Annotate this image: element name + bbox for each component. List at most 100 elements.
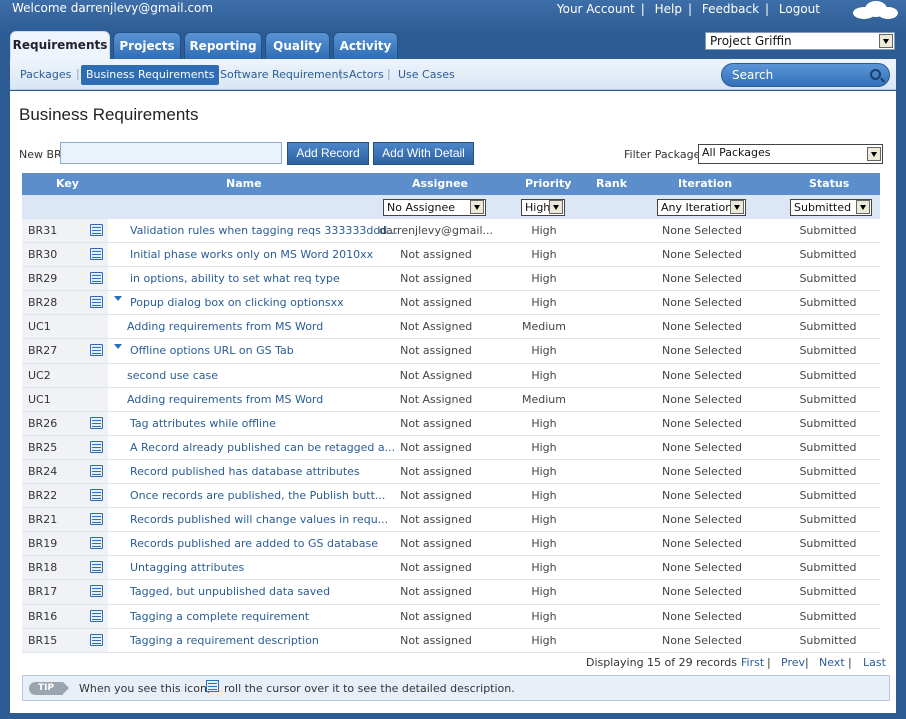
table-row[interactable]: BR19 Records published are added to GS da… — [22, 532, 880, 557]
detail-list-icon[interactable] — [90, 416, 103, 429]
column-assignee[interactable]: Assignee — [412, 177, 468, 190]
help-link[interactable]: Help — [655, 2, 682, 16]
pager-prev-link[interactable]: Prev — [781, 656, 805, 669]
add-with-detail-button[interactable]: Add With Detail — [373, 142, 474, 165]
table-row[interactable]: BR27 Offline options URL on GS Tab Not ass… — [22, 339, 880, 364]
detail-list-icon[interactable] — [90, 609, 103, 622]
detail-list-icon[interactable] — [90, 272, 103, 285]
iteration-filter-select[interactable]: Any Iteration — [657, 199, 746, 216]
table-row[interactable]: BR24 Record published has database attrib… — [22, 459, 880, 485]
table-row[interactable]: BR29 in options, ability to set what req … — [22, 267, 880, 292]
feedback-link[interactable]: Feedback — [702, 2, 759, 16]
column-name[interactable]: Name — [226, 177, 262, 190]
priority-filter-select[interactable]: High — [521, 199, 565, 216]
row-name-link[interactable]: Tagged, but unpublished data saved — [130, 585, 330, 598]
chevron-down-icon[interactable] — [856, 200, 870, 214]
subnav-software-requirements[interactable]: Software Requirements — [220, 65, 348, 85]
detail-list-icon[interactable] — [90, 224, 103, 236]
row-name-link[interactable]: in options, ability to set what req type — [130, 272, 340, 285]
chevron-down-icon[interactable] — [470, 200, 484, 214]
row-name-link[interactable]: Records published are added to GS databa… — [130, 537, 378, 550]
row-name-link[interactable]: Record published has database attributes — [130, 465, 360, 478]
row-status: Submitted — [799, 537, 857, 551]
row-assignee: Not assigned — [400, 248, 472, 262]
subnav-packages[interactable]: Packages — [20, 65, 71, 85]
subnav-business-requirements[interactable]: Business Requirements — [81, 65, 220, 85]
tab-activity[interactable]: Activity — [333, 32, 398, 59]
column-status[interactable]: Status — [809, 177, 849, 190]
table-row[interactable]: BR15 Tagging a requirement description Not… — [22, 628, 880, 653]
table-row[interactable]: BR21 Records published will change values… — [22, 508, 880, 533]
row-key: BR24 — [28, 464, 58, 478]
row-name-link[interactable]: Tagging a requirement description — [130, 634, 319, 647]
table-row[interactable]: BR25 A Record already published can be re… — [22, 435, 880, 460]
subnav-use-cases[interactable]: Use Cases — [398, 65, 455, 85]
table-row[interactable]: BR18 Untagging attributes Not assigned High… — [22, 556, 880, 581]
tab-projects[interactable]: Projects — [113, 32, 181, 59]
row-key: BR25 — [28, 440, 58, 454]
filter-packages-select[interactable]: All Packages — [698, 144, 883, 164]
chevron-down-icon[interactable] — [549, 200, 563, 214]
chevron-down-icon[interactable] — [730, 200, 744, 214]
pager-last-link[interactable]: Last — [863, 656, 886, 669]
row-name-link[interactable]: Validation rules when tagging reqs 33333… — [130, 224, 398, 237]
subnav-actors[interactable]: Actors — [349, 65, 384, 85]
row-name-link[interactable]: Adding requirements from MS Word — [127, 320, 323, 333]
tab-reporting[interactable]: Reporting — [184, 32, 262, 59]
row-name-link[interactable]: Popup dialog box on clicking optionsxx — [130, 296, 344, 309]
pager-next-link[interactable]: Next — [819, 656, 845, 669]
row-name-link[interactable]: Records published will change values in … — [130, 513, 388, 526]
row-name-link[interactable]: Offline options URL on GS Tab — [130, 344, 294, 357]
pager-first-link[interactable]: First — [741, 656, 764, 669]
add-record-button[interactable]: Add Record — [287, 142, 369, 165]
table-row[interactable]: BR22 Once records are published, the Publ… — [22, 484, 880, 509]
logout-link[interactable]: Logout — [779, 2, 820, 16]
detail-list-icon[interactable] — [90, 513, 103, 526]
detail-list-icon[interactable] — [90, 537, 103, 550]
table-row[interactable]: BR16 Tagging a complete requirement Not as… — [22, 604, 880, 629]
table-row[interactable]: UC1 Adding requirements from MS Word Not A… — [22, 315, 880, 340]
row-name-link[interactable]: A Record already published can be retagg… — [130, 441, 395, 454]
search-box[interactable]: Search — [721, 63, 890, 87]
table-row[interactable]: BR17 Tagged, but unpublished data saved No… — [22, 580, 880, 605]
table-row[interactable]: BR31 Validation rules when tagging reqs 3… — [22, 219, 880, 244]
row-name-link[interactable]: second use case — [127, 369, 218, 382]
chevron-down-icon[interactable] — [114, 296, 122, 302]
detail-list-icon[interactable] — [90, 248, 103, 261]
row-priority: High — [531, 440, 557, 454]
search-icon[interactable] — [870, 69, 881, 80]
chevron-down-icon[interactable] — [867, 147, 881, 161]
row-name-link[interactable]: Adding requirements from MS Word — [127, 393, 323, 406]
assignee-filter-select[interactable]: No Assignee — [383, 199, 486, 216]
column-iteration[interactable]: Iteration — [678, 177, 732, 190]
row-name-link[interactable]: Once records are published, the Publish … — [130, 489, 385, 502]
table-row[interactable]: BR26 Tag attributes while offline Not assi… — [22, 411, 880, 436]
chevron-down-icon[interactable] — [114, 344, 122, 350]
detail-list-icon[interactable] — [90, 440, 103, 453]
tab-requirements[interactable]: Requirements — [10, 31, 110, 59]
table-row[interactable]: BR28 Popup dialog box on clicking options… — [22, 291, 880, 316]
table-row[interactable]: UC2 second use case Not Assigned High None S… — [22, 363, 880, 388]
detail-list-icon[interactable] — [90, 296, 103, 309]
status-filter-select[interactable]: Submitted — [790, 199, 872, 216]
column-rank[interactable]: Rank — [596, 177, 627, 190]
detail-list-icon[interactable] — [90, 489, 103, 502]
row-name-link[interactable]: Untagging attributes — [130, 561, 244, 574]
tab-quality[interactable]: Quality — [265, 32, 330, 59]
detail-list-icon[interactable] — [90, 561, 103, 574]
new-br-input[interactable] — [60, 142, 282, 164]
chevron-down-icon[interactable] — [879, 34, 893, 48]
detail-list-icon[interactable] — [90, 633, 103, 646]
column-priority[interactable]: Priority — [525, 177, 571, 190]
detail-list-icon[interactable] — [90, 344, 103, 357]
project-select[interactable]: Project Griffin — [705, 32, 895, 50]
row-name-link[interactable]: Initial phase works only on MS Word 2010… — [130, 248, 373, 261]
your-account-link[interactable]: Your Account — [557, 2, 635, 16]
table-row[interactable]: UC1 Adding requirements from MS Word Not A… — [22, 387, 880, 412]
row-name-link[interactable]: Tag attributes while offline — [130, 417, 276, 430]
detail-list-icon[interactable] — [90, 585, 103, 598]
row-name-link[interactable]: Tagging a complete requirement — [130, 610, 309, 623]
detail-list-icon[interactable] — [90, 464, 103, 477]
table-row[interactable]: BR30 Initial phase works only on MS Word … — [22, 243, 880, 268]
column-key[interactable]: Key — [56, 177, 79, 190]
